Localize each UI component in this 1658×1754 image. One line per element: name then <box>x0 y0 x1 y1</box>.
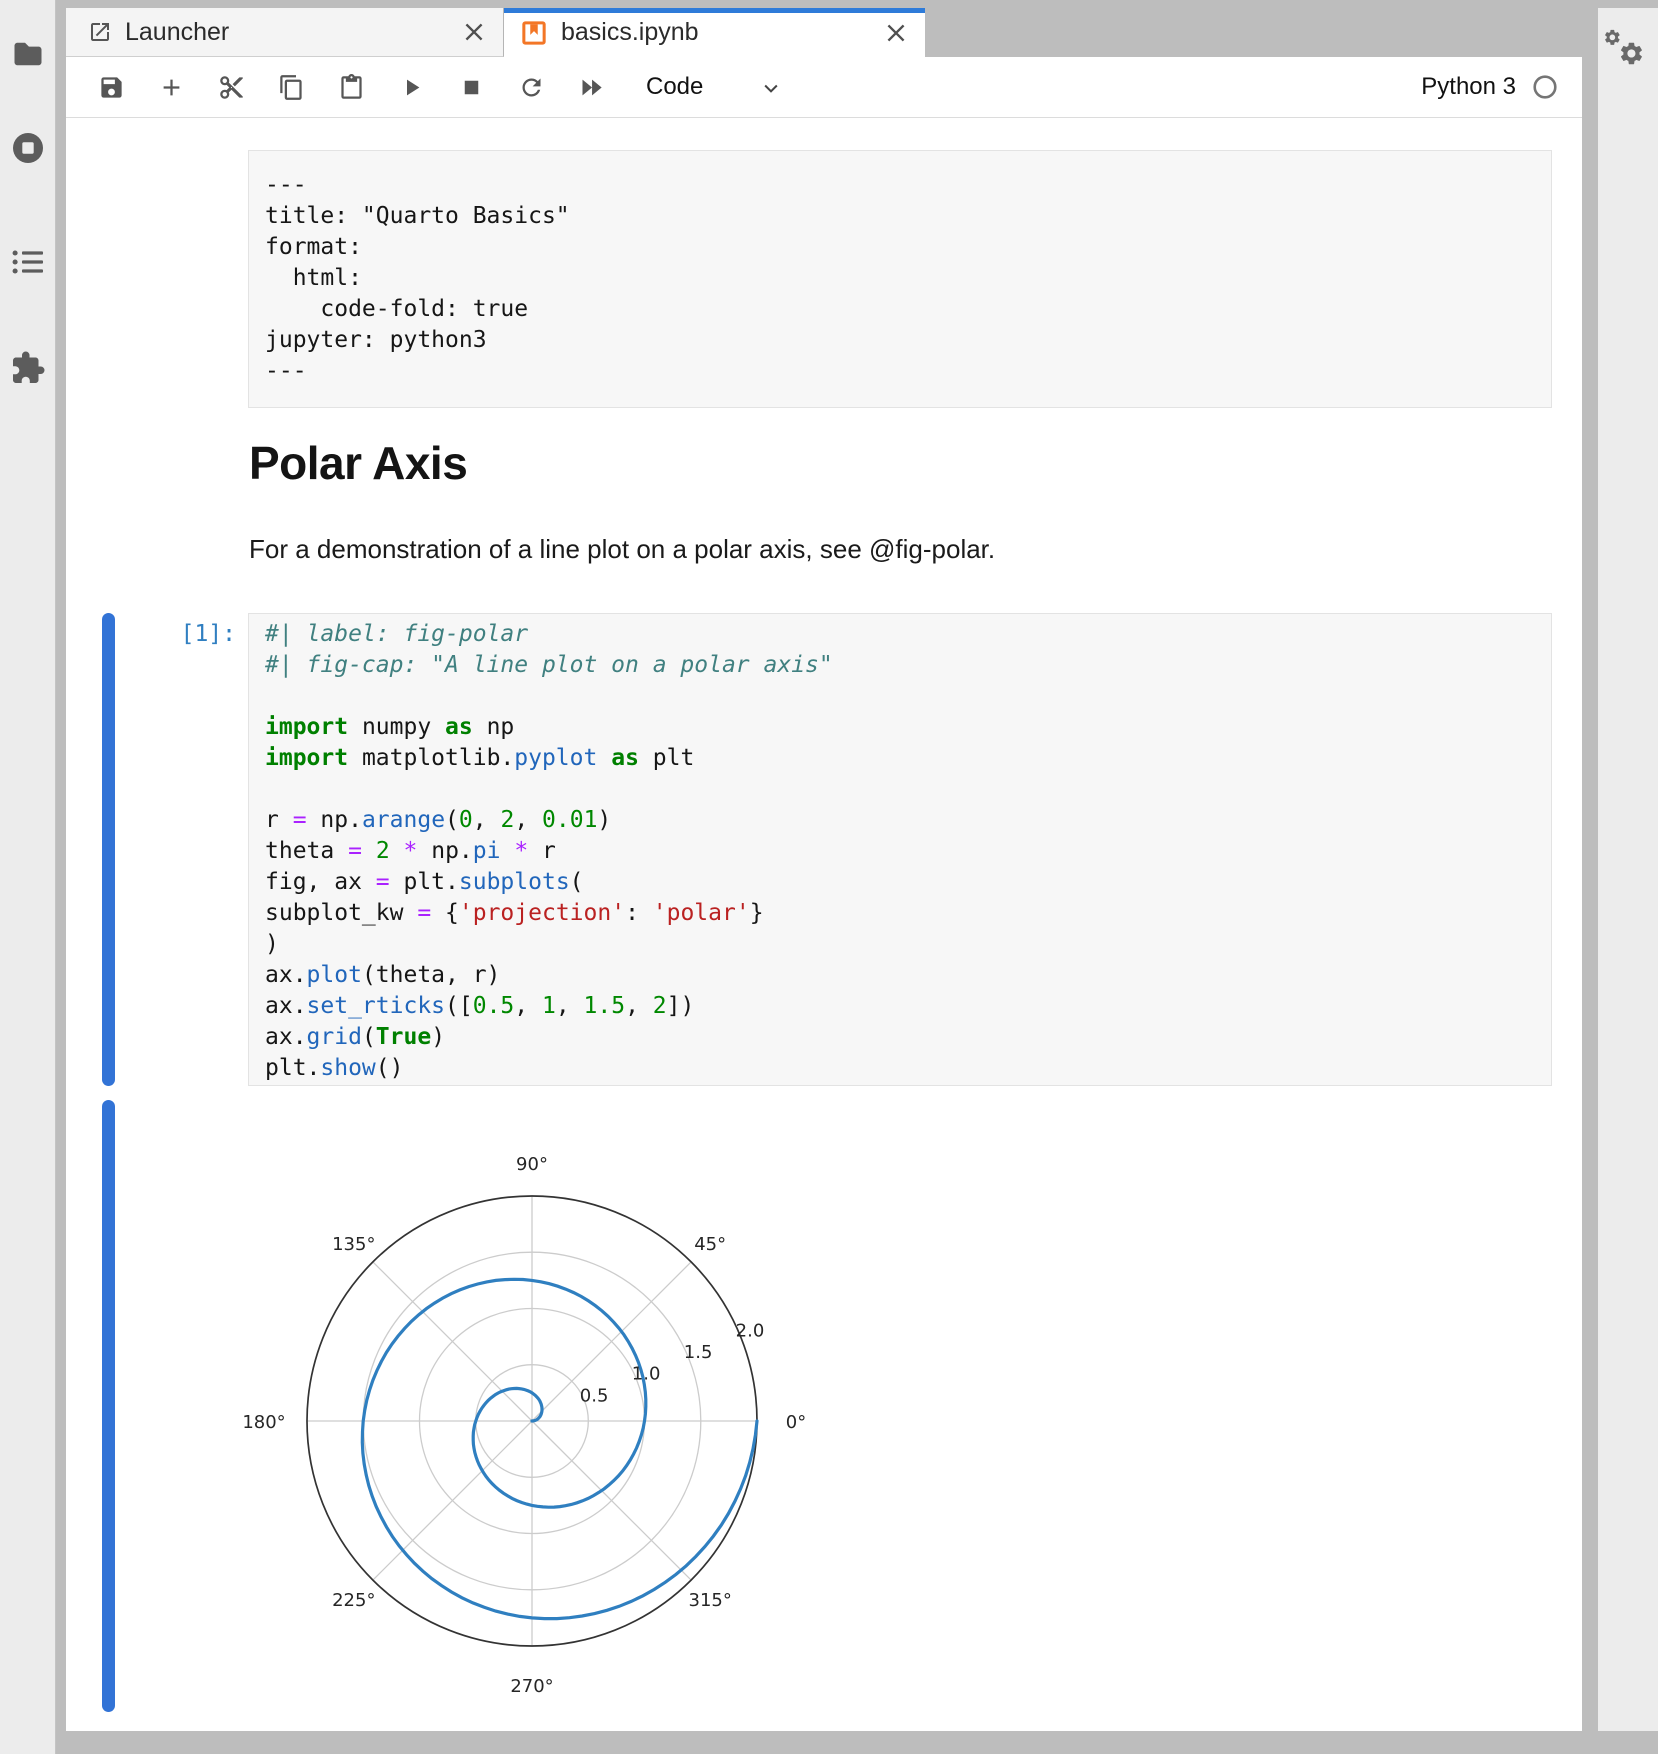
polar-theta-label: 90° <box>516 1154 548 1175</box>
polar-theta-label: 135° <box>332 1234 375 1255</box>
code-line: fig, ax = plt.subplots( <box>265 867 1535 898</box>
yaml-source: --- title: "Quarto Basics" format: html:… <box>265 170 1535 387</box>
code-line: ) <box>265 929 1535 960</box>
code-line: theta = 2 * np.pi * r <box>265 836 1535 867</box>
notebook-content: --- title: "Quarto Basics" format: html:… <box>66 118 1582 1731</box>
copy-icon[interactable] <box>278 74 305 101</box>
code-cell-editor[interactable]: #| label: fig-polar#| fig-cap: "A line p… <box>248 613 1552 1086</box>
kernel-status-icon <box>1532 74 1558 100</box>
tab-label: basics.ipynb <box>561 18 699 47</box>
tab-notebook[interactable]: basics.ipynb <box>504 8 925 57</box>
section-heading: Polar Axis <box>249 436 467 490</box>
save-button[interactable] <box>98 74 125 101</box>
kernel-name: Python 3 <box>1421 73 1516 101</box>
sidebar-item-file-browser[interactable] <box>10 36 46 72</box>
sidebar-item-table-of-contents[interactable] <box>10 244 46 280</box>
folder-icon <box>10 36 46 72</box>
code-line: ax.grid(True) <box>265 1022 1535 1053</box>
polar-r-label: 1.0 <box>632 1364 661 1385</box>
markdown-paragraph: For a demonstration of a line plot on a … <box>249 534 995 565</box>
code-line <box>265 681 1535 712</box>
settings-gears-icon[interactable] <box>1602 26 1648 76</box>
chevron-down-icon <box>761 77 781 97</box>
tab-label: Launcher <box>125 18 229 47</box>
polar-plot-figure: 0° 45° 90° 135° 180° 225° 270° 315° 0.5 1.0 1.5 2.0 <box>206 1130 866 1726</box>
close-icon[interactable] <box>883 20 909 46</box>
polar-r-label: 1.5 <box>684 1342 713 1363</box>
list-icon <box>10 244 46 280</box>
stop-circle-icon <box>10 130 46 166</box>
kernel-indicator[interactable]: Python 3 <box>1421 73 1558 101</box>
sidebar-item-extension-manager[interactable] <box>10 350 46 386</box>
interrupt-kernel-button[interactable] <box>458 74 485 101</box>
polar-theta-label: 180° <box>242 1412 285 1433</box>
polar-theta-label: 315° <box>689 1590 732 1611</box>
jupyterlab-window: Launcher basics.ipynb <box>0 0 1658 1754</box>
restart-kernel-button[interactable] <box>518 74 545 101</box>
restart-run-all-button[interactable] <box>578 74 605 101</box>
code-line <box>265 774 1535 805</box>
polar-r-label: 0.5 <box>580 1385 609 1406</box>
code-line: import numpy as np <box>265 712 1535 743</box>
polar-theta-label: 225° <box>332 1590 375 1611</box>
run-button[interactable] <box>398 74 425 101</box>
execution-prompt: [1]: <box>66 619 236 650</box>
code-line: #| fig-cap: "A line plot on a polar axis… <box>265 650 1535 681</box>
tab-launcher[interactable]: Launcher <box>66 8 504 57</box>
puzzle-icon <box>10 350 46 386</box>
polar-r-label: 2.0 <box>736 1321 765 1342</box>
code-line: import matplotlib.pyplot as plt <box>265 743 1535 774</box>
cell-type-value: Code <box>646 73 703 101</box>
code-line: ax.plot(theta, r) <box>265 960 1535 991</box>
yaml-cell[interactable]: --- title: "Quarto Basics" format: html:… <box>248 150 1552 408</box>
sidebar-item-running-sessions[interactable] <box>10 130 46 166</box>
notebook-icon <box>520 19 548 47</box>
right-panel-strip <box>1598 8 1658 1731</box>
code-line: subplot_kw = {'projection': 'polar'} <box>265 898 1535 929</box>
code-line: #| label: fig-polar <box>265 619 1535 650</box>
code-line: plt.show() <box>265 1053 1535 1084</box>
activity-bar <box>0 0 56 1754</box>
tab-bar: Launcher basics.ipynb <box>66 8 1582 57</box>
cell-type-select[interactable]: Code <box>646 73 781 101</box>
cell-collapser-output[interactable] <box>102 1100 115 1712</box>
notebook-toolbar: Code Python 3 <box>66 57 1582 118</box>
code-lines: #| label: fig-polar#| fig-cap: "A line p… <box>265 619 1535 1084</box>
polar-theta-label: 270° <box>510 1676 553 1697</box>
main-panel: Launcher basics.ipynb <box>66 8 1582 1731</box>
insert-cell-button[interactable] <box>158 74 185 101</box>
close-icon[interactable] <box>461 19 487 45</box>
cut-icon[interactable] <box>218 74 245 101</box>
code-line: r = np.arange(0, 2, 0.01) <box>265 805 1535 836</box>
code-line: ax.set_rticks([0.5, 1, 1.5, 2]) <box>265 991 1535 1022</box>
cell-collapser-input[interactable] <box>102 613 115 1086</box>
paste-icon[interactable] <box>338 74 365 101</box>
launcher-icon <box>88 20 112 44</box>
polar-theta-label: 45° <box>694 1234 726 1255</box>
polar-theta-label: 0° <box>786 1412 806 1433</box>
